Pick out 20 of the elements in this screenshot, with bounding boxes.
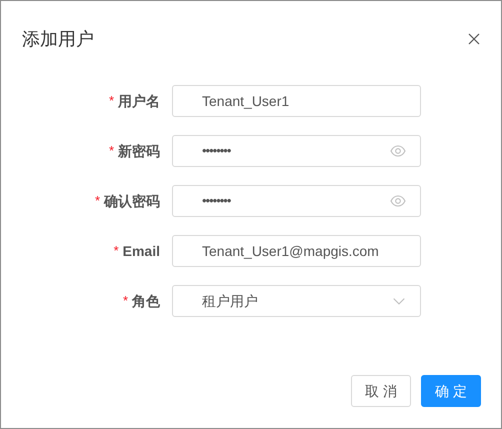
eye-icon[interactable] xyxy=(390,143,406,159)
field-label: 新密码 xyxy=(118,142,160,160)
field-label: 用户名 xyxy=(118,92,160,110)
dialog-title: 添加用户 xyxy=(22,28,94,50)
input-field[interactable]: Tenant_User1@mapgis.com xyxy=(172,235,421,267)
password-field[interactable]: •••••••• xyxy=(172,185,421,217)
role-select[interactable]: 租户用户 xyxy=(172,285,421,317)
required-asterisk: * xyxy=(108,142,114,160)
required-asterisk: * xyxy=(122,292,128,310)
field-label: 角色 xyxy=(132,292,160,310)
input-field[interactable]: Tenant_User1 xyxy=(172,85,421,117)
required-asterisk: * xyxy=(94,192,100,210)
close-icon[interactable] xyxy=(468,33,480,45)
field-label: Email xyxy=(122,242,160,260)
field-label: 确认密码 xyxy=(104,192,160,210)
eye-icon[interactable] xyxy=(390,193,406,209)
cancel-button[interactable]: 取 消 xyxy=(351,375,411,407)
required-asterisk: * xyxy=(114,242,119,260)
password-field[interactable]: •••••••• xyxy=(172,135,421,167)
required-asterisk: * xyxy=(108,92,114,110)
